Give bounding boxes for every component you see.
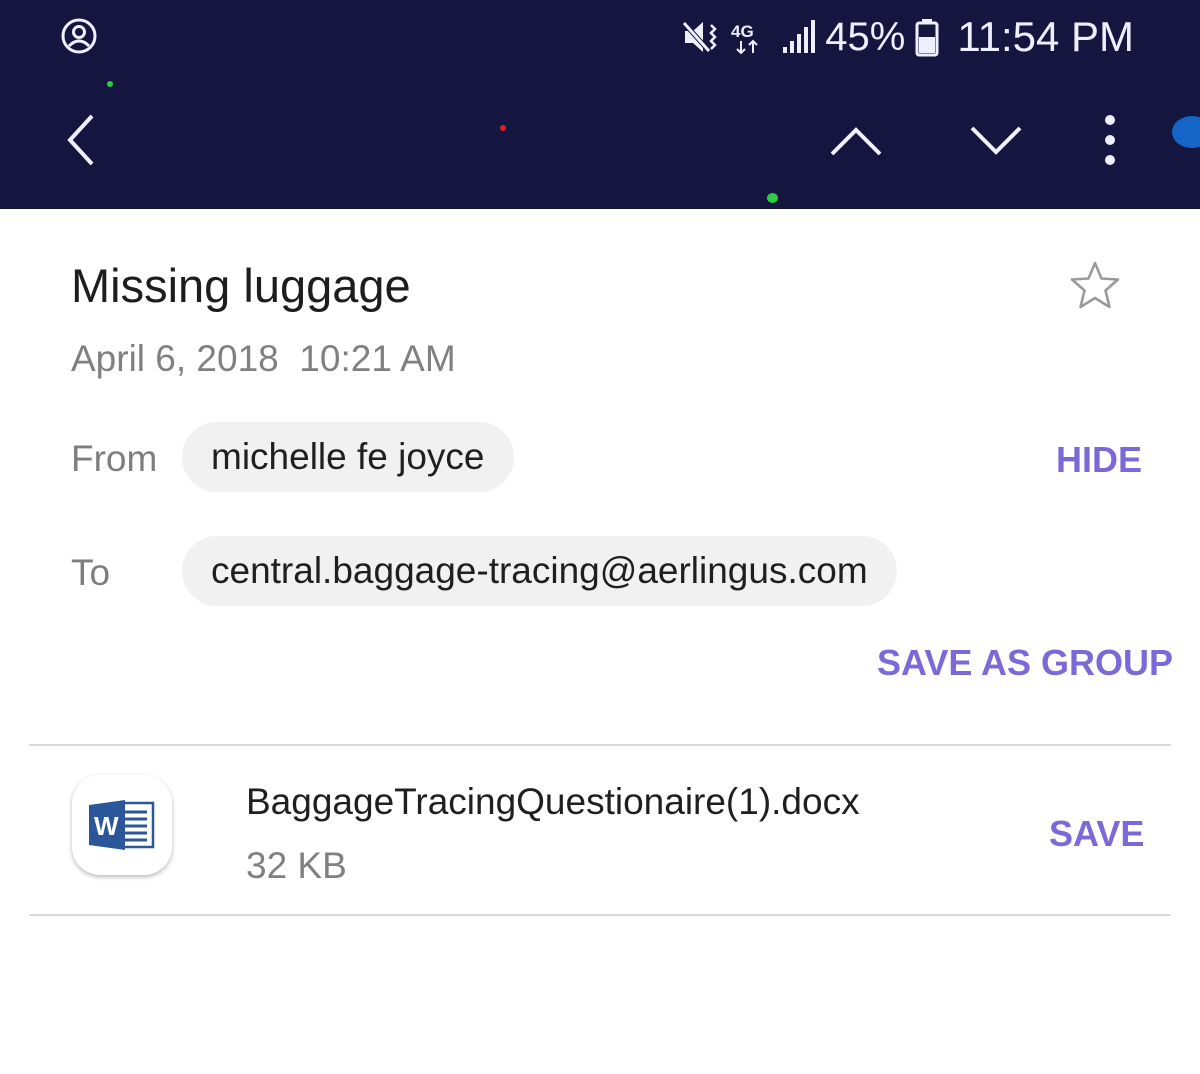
decorative-dot [767, 193, 778, 203]
next-chevron-down-icon[interactable] [968, 120, 1024, 160]
email-date: April 6, 2018 10:21 AM [71, 338, 456, 379]
attachment-filename[interactable]: BaggageTracingQuestionaire(1).docx [246, 781, 860, 823]
previous-chevron-up-icon[interactable] [828, 120, 884, 160]
recipient-chip[interactable]: central.baggage-tracing@aerlingus.com [182, 536, 897, 606]
signal-strength-icon [781, 17, 816, 57]
battery-percent: 45% [825, 14, 906, 59]
app-top-bar: 4G 45% 11:54 PM [0, 0, 1200, 209]
edge-panel-handle[interactable] [1172, 116, 1200, 148]
back-chevron-left-icon[interactable] [60, 112, 104, 168]
svg-text:4G: 4G [731, 22, 754, 41]
save-attachment-button[interactable]: SAVE [1049, 813, 1144, 855]
to-label: To [71, 552, 111, 593]
divider [29, 914, 1171, 916]
decorative-dot [107, 81, 113, 87]
svg-text:W: W [94, 811, 119, 841]
attachment-size: 32 KB [246, 845, 347, 886]
divider [29, 744, 1171, 746]
star-favorite-icon[interactable] [1068, 259, 1122, 313]
hide-button[interactable]: HIDE [1056, 439, 1142, 481]
network-4g-icon: 4G [731, 17, 771, 57]
clock-time: 11:54 PM [957, 13, 1134, 60]
account-circle-icon [61, 18, 97, 54]
email-subject: Missing luggage [71, 259, 411, 312]
status-bar: 4G 45% 11:54 PM [681, 12, 1134, 62]
word-doc-icon[interactable]: W [72, 775, 172, 875]
from-label: From [71, 438, 158, 479]
mute-vibrate-icon [681, 17, 721, 57]
decorative-dot [500, 125, 506, 131]
more-vertical-icon[interactable] [1098, 112, 1122, 168]
sender-chip[interactable]: michelle fe joyce [182, 422, 514, 492]
save-as-group-button[interactable]: SAVE AS GROUP [877, 642, 1173, 684]
battery-icon [915, 17, 939, 57]
